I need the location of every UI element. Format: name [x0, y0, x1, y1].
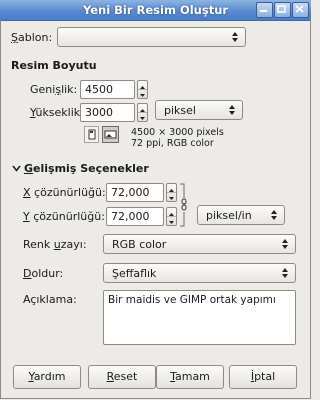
fill-label: Doldur:	[23, 267, 64, 280]
landscape-button[interactable]	[102, 126, 119, 143]
maximize-button[interactable]	[274, 2, 291, 18]
comment-textarea[interactable]: Bir maidis ve GIMP ortak yapımı	[103, 290, 296, 345]
y-resolution-spinner[interactable]	[166, 207, 177, 226]
close-icon	[295, 5, 304, 13]
y-resolution-input[interactable]: 72,000	[106, 207, 164, 226]
width-label: Genişlik:	[30, 83, 78, 96]
comment-label: Açıklama:	[23, 293, 77, 306]
expander-arrow-icon[interactable]	[12, 164, 21, 173]
y-resolution-label: Y çözünürlüğü:	[23, 210, 105, 223]
landscape-orientation-icon	[104, 130, 117, 139]
ok-button[interactable]: Tamam	[156, 365, 224, 389]
updown-arrows-icon	[271, 210, 277, 220]
height-input[interactable]: 3000	[80, 103, 135, 122]
updown-arrows-icon	[282, 239, 288, 249]
size-info-line2: 72 ppi, RGB color	[131, 138, 214, 149]
width-input[interactable]: 4500	[80, 80, 135, 99]
cancel-button[interactable]: İptal	[229, 365, 297, 389]
template-combo[interactable]	[57, 27, 246, 47]
size-unit-combo[interactable]: piksel	[155, 100, 243, 120]
height-label: Yükseklik:	[30, 106, 84, 119]
spin-down-icon[interactable]	[138, 89, 147, 97]
portrait-button[interactable]	[84, 126, 99, 143]
spin-down-icon[interactable]	[138, 112, 147, 120]
help-button[interactable]: Yardım	[13, 365, 81, 389]
minimize-button[interactable]	[256, 2, 273, 18]
colorspace-combo[interactable]: RGB color	[103, 234, 296, 254]
minimize-icon	[260, 10, 267, 12]
x-resolution-spinner[interactable]	[166, 183, 177, 202]
updown-arrows-icon	[229, 105, 235, 115]
template-label: Şablon:	[11, 31, 53, 44]
spin-down-icon[interactable]	[167, 216, 176, 224]
image-size-heading: Resim Boyutu	[11, 59, 97, 72]
portrait-orientation-icon	[88, 129, 96, 140]
advanced-options-expander[interactable]: Gelişmiş Seçenekler	[24, 162, 149, 175]
fill-combo[interactable]: Şeffaflık	[103, 263, 296, 283]
height-spinner[interactable]	[137, 103, 148, 122]
close-button[interactable]	[292, 2, 309, 18]
updown-arrows-icon	[232, 32, 238, 42]
maximize-icon	[277, 5, 286, 13]
x-resolution-label: X çözünürlüğü:	[23, 186, 106, 199]
resolution-unit-combo[interactable]: piksel/in	[197, 205, 285, 225]
reset-button[interactable]: Reset	[88, 365, 156, 389]
colorspace-label: Renk uzayı:	[23, 238, 87, 251]
spin-down-icon[interactable]	[167, 192, 176, 200]
width-spinner[interactable]	[137, 80, 148, 99]
x-resolution-input[interactable]: 72,000	[106, 183, 164, 202]
size-info-line1: 4500 × 3000 pixels	[131, 127, 224, 138]
title-bar[interactable]: Yeni Bir Resim Oluştur	[0, 0, 311, 21]
updown-arrows-icon	[282, 268, 288, 278]
chain-link-icon[interactable]	[179, 182, 189, 228]
